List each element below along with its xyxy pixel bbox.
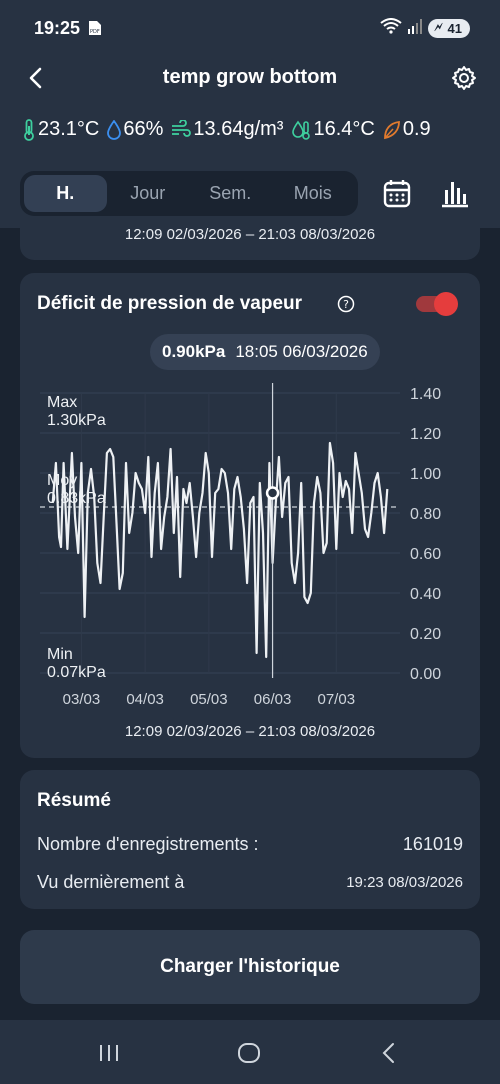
- status-bar: 19:25 PDF 🗲 41: [0, 0, 500, 58]
- y-tick-label: 1.20: [410, 426, 441, 443]
- y-tick-label: 0.60: [410, 546, 441, 563]
- recent-apps-button[interactable]: [89, 1038, 129, 1068]
- wind-icon: [172, 119, 192, 137]
- back-arrow-icon: [382, 1043, 394, 1063]
- chart-date-range: 12:09 02/03/2026 – 21:03 08/03/2026: [124, 723, 376, 740]
- recent-apps-icon: [100, 1045, 118, 1061]
- svg-text:?: ?: [343, 298, 349, 311]
- min-value: 0.07kPa: [47, 664, 106, 681]
- y-tick-label: 0.80: [410, 506, 441, 523]
- toggle-knob: [434, 292, 458, 316]
- leaf-icon: [383, 120, 400, 139]
- water-drop-icon: [107, 119, 122, 140]
- chart-title: Déficit de pression de vapeur: [37, 293, 303, 314]
- page-title: temp grow bottom: [162, 66, 338, 88]
- app-header: temp grow bottom 23.1°C 66% 13.64g/m³ 16…: [0, 58, 500, 228]
- x-tick-label: 07/03: [318, 691, 356, 708]
- tooltip-time: 18:05 06/03/2026: [235, 342, 368, 361]
- tab-hour[interactable]: H.: [24, 175, 107, 212]
- sensor-readings: 23.1°C 66% 13.64g/m³ 16.4°C 0.9: [22, 118, 439, 141]
- battery-bolt-icon: 🗲: [434, 20, 443, 34]
- x-tick-label: 04/03: [126, 691, 164, 708]
- wifi-icon: [379, 18, 402, 39]
- y-tick-label: 0.20: [410, 626, 441, 643]
- summary-title: Résumé: [37, 790, 111, 811]
- pdf-notification-icon: PDF: [88, 20, 102, 41]
- bar-chart-icon: [442, 182, 468, 208]
- home-button[interactable]: [229, 1038, 269, 1068]
- system-nav-bar: [0, 1020, 500, 1084]
- tooltip-value: 0.90kPa: [162, 342, 226, 361]
- humidity-reading: 66%: [107, 118, 163, 141]
- temperature-reading: 23.1°C: [22, 118, 99, 141]
- y-tick-label: 0.00: [410, 666, 441, 683]
- min-label: Min: [47, 646, 73, 663]
- last-seen-label: Vu dernièrement à: [37, 872, 185, 892]
- x-tick-label: 03/03: [63, 691, 101, 708]
- summary-card: Résumé Nombre d'enregistrements : 161019…: [20, 770, 480, 909]
- back-nav-button[interactable]: [369, 1038, 409, 1068]
- tab-month[interactable]: Mois: [272, 175, 355, 212]
- last-seen-row: Vu dernièrement à 19:23 08/03/2026: [37, 872, 463, 893]
- x-tick-label: 06/03: [254, 691, 292, 708]
- y-tick-label: 1.40: [410, 386, 441, 403]
- last-seen-value: 19:23 08/03/2026: [346, 874, 463, 891]
- settings-button[interactable]: [448, 62, 480, 94]
- dew-point-icon: [292, 120, 311, 140]
- home-icon: [238, 1043, 260, 1063]
- avg-value: 0.83kPa: [47, 490, 106, 507]
- records-value: 161019: [402, 834, 463, 854]
- y-tick-label: 0.40: [410, 586, 441, 603]
- vpd-line-chart[interactable]: 0.00 0.20 0.40 0.60 0.80 1.00 1.20 1.40 03/03 04/…: [20, 373, 480, 713]
- thermometer-icon: [24, 118, 34, 141]
- status-time: 19:25: [34, 18, 81, 38]
- period-tabs: H. Jour Sem. Mois: [20, 171, 358, 216]
- tab-day[interactable]: Jour: [107, 175, 190, 212]
- dew-point-reading: 16.4°C: [291, 118, 375, 141]
- gear-icon: [452, 66, 476, 90]
- max-value: 1.30kPa: [47, 412, 106, 429]
- signal-icon: [407, 18, 422, 39]
- calendar-button[interactable]: [383, 178, 411, 213]
- x-tick-label: 05/03: [190, 691, 228, 708]
- chart-toggle[interactable]: [416, 292, 458, 316]
- bar-chart-button[interactable]: [441, 178, 469, 213]
- max-label: Max: [47, 394, 77, 411]
- help-icon[interactable]: ?: [337, 295, 355, 318]
- chart-tooltip: 0.90kPa 18:05 06/03/2026: [150, 334, 380, 370]
- tab-week[interactable]: Sem.: [189, 175, 272, 212]
- records-row: Nombre d'enregistrements : 161019: [37, 834, 463, 855]
- avg-label: Moy: [47, 472, 77, 489]
- y-tick-label: 1.00: [410, 466, 441, 483]
- vpd-series-line: [51, 441, 389, 659]
- cursor-point: [265, 486, 280, 500]
- date-range: 12:09 02/03/2026 – 21:03 08/03/2026: [124, 226, 376, 243]
- load-history-button[interactable]: Charger l'historique: [20, 930, 480, 1004]
- records-label: Nombre d'enregistrements :: [37, 834, 259, 854]
- svg-text:PDF: PDF: [90, 29, 100, 35]
- battery-indicator: 🗲 41: [427, 19, 470, 38]
- vpd-chart-card: Déficit de pression de vapeur ? 0.90kPa …: [20, 273, 480, 758]
- calendar-icon: [383, 180, 411, 208]
- previous-chart-card: 12:09 02/03/2026 – 21:03 08/03/2026: [20, 226, 480, 260]
- vpd-reading: 0.9: [383, 118, 431, 141]
- absolute-humidity-reading: 13.64g/m³: [171, 118, 283, 141]
